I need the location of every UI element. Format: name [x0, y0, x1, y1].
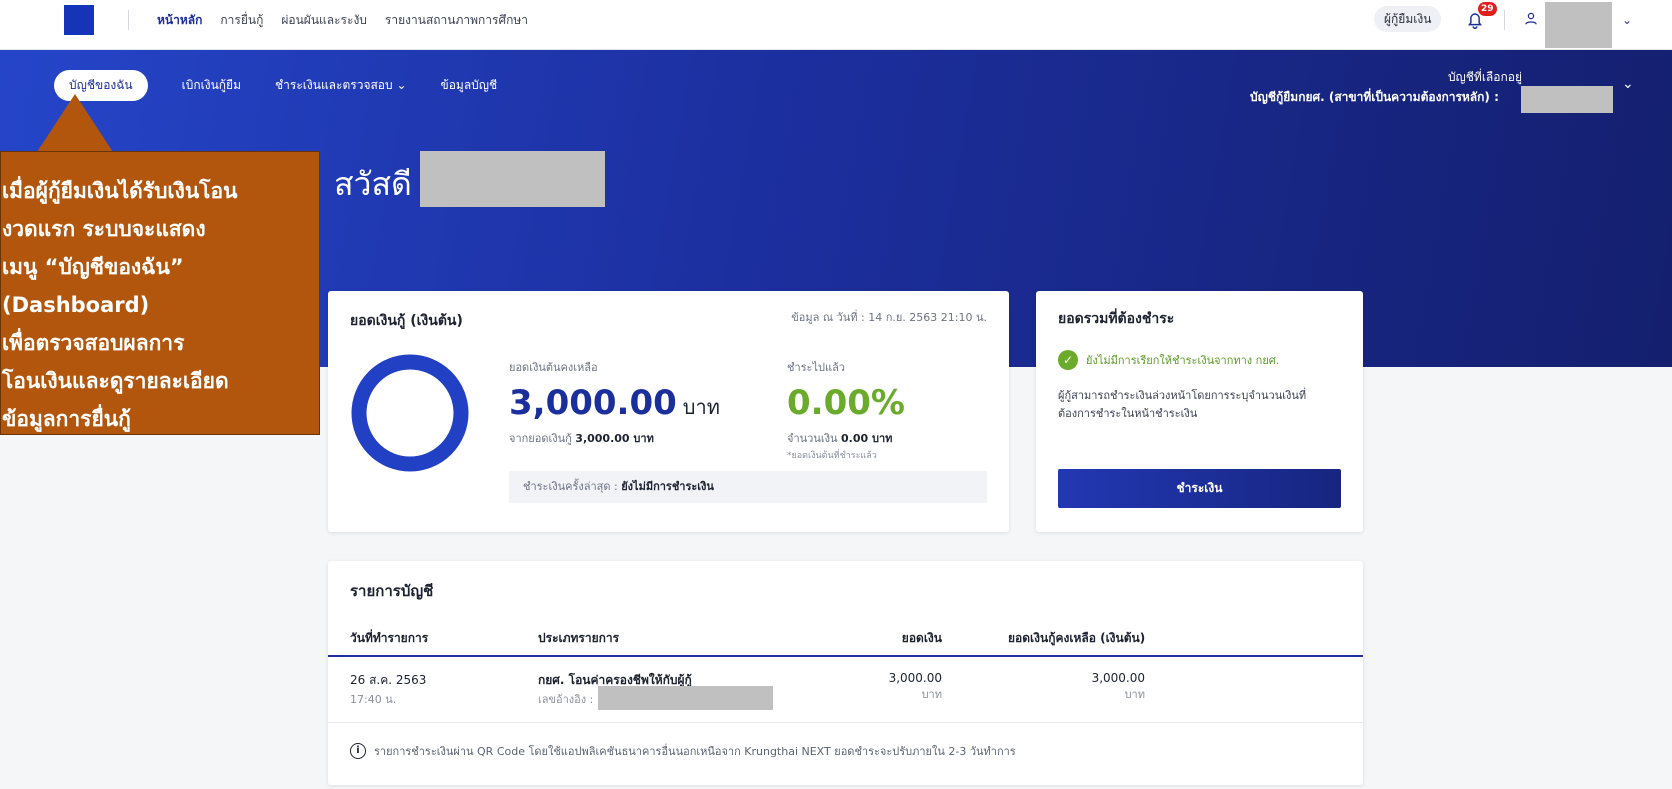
remaining-amount-value: 3,000.00 — [509, 383, 677, 423]
callout-line: ข้อมูลการยื่นกู้ — [2, 407, 131, 431]
row-time: 17:40 น. — [350, 693, 397, 706]
callout-arrow — [37, 94, 113, 152]
donut-arc — [351, 354, 469, 472]
chevron-down-icon[interactable]: ⌄ — [1622, 76, 1634, 92]
transactions-note: i รายการชำระเงินผ่าน QR Code โดยใช้แอปพล… — [350, 742, 1016, 760]
row-amount-value: 3,000.00 — [888, 671, 942, 685]
sub-nav: บัญชีของฉัน เบิกเงินกู้ยืม ชำระเงินและตร… — [54, 70, 497, 101]
transactions-card: รายการบัญชี วันที่ทำรายการ ประเภทรายการ … — [328, 561, 1363, 785]
account-line: บัญชีกู้ยืมกยศ. (สาขาที่เป็นความต้องการห… — [1250, 90, 1499, 104]
loan-summary-card: ยอดเงินกู้ (เงินต้น) ข้อมูล ณ วันที่ : 1… — [328, 291, 1009, 532]
redacted-user-name — [1545, 2, 1612, 48]
notification-badge: 29 — [1478, 2, 1497, 16]
top-nav-home[interactable]: หน้าหลัก — [157, 11, 202, 30]
transactions-title: รายการบัญชี — [350, 582, 434, 600]
remaining-unit: บาท — [682, 395, 720, 419]
from-total: จากยอดเงินกู้ 3,000.00 บาท — [509, 429, 654, 447]
top-nav: หน้าหลัก การยื่นกู้ ผ่อนผันและระงับ รายง… — [157, 11, 528, 30]
row-amount-unit: บาท — [921, 688, 942, 701]
table-row[interactable]: 26 ส.ค. 2563 17:40 น. กยศ. โอนค่าครองชีพ… — [328, 657, 1363, 723]
callout-line: เพื่อตรวจสอบผลการ — [2, 331, 185, 355]
paid-label: ชำระไปแล้ว — [787, 361, 845, 374]
paid-percent: 0.00% — [787, 383, 905, 423]
callout-line: งวดแรก ระบบจะแสดง — [2, 217, 206, 241]
app-logo[interactable] — [64, 5, 94, 35]
as-of-date: ข้อมูล ณ วันที่ : 14 ก.ย. 2563 21:10 น. — [791, 311, 987, 324]
paid-amount-value: 0.00 บาท — [841, 432, 893, 445]
callout-line: (Dashboard) — [2, 293, 150, 317]
last-payment-value: ยังไม่มีการชำระเงิน — [621, 480, 714, 493]
col-date: วันที่ทำรายการ — [350, 631, 429, 645]
redacted-account-number — [1521, 86, 1613, 113]
divider — [128, 10, 129, 30]
loan-card-title: ยอดเงินกู้ (เงินต้น) — [350, 313, 463, 329]
last-payment: ชำระเงินครั้งล่าสุด : ยังไม่มีการชำระเงิ… — [509, 471, 987, 503]
row-amount: 3,000.00 บาท — [828, 671, 942, 703]
callout-line: โอนเงินและดูรายละเอียด — [2, 369, 229, 393]
top-nav-study-report[interactable]: รายงานสถานภาพการศึกษา — [385, 11, 528, 30]
from-prefix: จากยอดเงินกู้ — [509, 432, 572, 445]
row-date-value: 26 ส.ค. 2563 — [350, 673, 427, 687]
tab-account-info[interactable]: ข้อมูลบัญชี — [441, 76, 498, 95]
redacted-name — [420, 151, 605, 207]
due-status-text: ยังไม่มีการเรียกให้ชำระเงินจากทาง กยศ. — [1086, 354, 1280, 367]
due-status: ✓ ยังไม่มีการเรียกให้ชำระเงินจากทาง กยศ. — [1058, 350, 1279, 370]
donut-chart — [351, 354, 469, 472]
tab-payment-check[interactable]: ชำระเงินและตรวจสอบ ⌄ — [275, 76, 407, 95]
transactions-header: วันที่ทำรายการ ประเภทรายการ ยอดเงิน ยอดเ… — [328, 615, 1363, 657]
remaining-label: ยอดเงินต้นคงเหลือ — [509, 361, 598, 374]
col-type: ประเภทรายการ — [538, 631, 620, 645]
col-balance: ยอดเงินกู้คงเหลือ (เงินต้น) — [1008, 631, 1146, 645]
row-date: 26 ส.ค. 2563 17:40 น. — [350, 671, 426, 708]
remaining-amount: 3,000.00 บาท — [509, 383, 720, 423]
paid-amount-prefix: จำนวนเงิน — [787, 432, 838, 445]
paid-note: *ยอดเงินต้นที่ชำระแล้ว — [787, 451, 877, 461]
row-balance-value: 3,000.00 — [1091, 671, 1145, 685]
callout-text: เมื่อผู้กู้ยืมเงินได้รับเงินโอน งวดแรก ร… — [2, 172, 312, 438]
selected-account-label: บัญชีที่เลือกอยู่ — [1447, 70, 1522, 84]
paid-amount: จำนวนเงิน 0.00 บาท — [787, 429, 892, 447]
last-payment-label: ชำระเงินครั้งล่าสุด : — [523, 480, 618, 493]
col-amount: ยอดเงิน — [901, 631, 942, 645]
top-nav-defer[interactable]: ผ่อนผันและระงับ — [281, 11, 367, 30]
callout-line: เมื่อผู้กู้ยืมเงินได้รับเงินโอน — [2, 179, 238, 203]
row-balance: 3,000.00 บาท — [1048, 671, 1145, 703]
redacted-reference — [598, 686, 773, 710]
transactions-note-text: รายการชำระเงินผ่าน QR Code โดยใช้แอปพลิเ… — [374, 745, 1016, 758]
due-description: ผู้กู้สามารถชำระเงินล่วงหน้าโดยการระบุจำ… — [1058, 389, 1307, 420]
check-circle-icon: ✓ — [1058, 350, 1078, 370]
row-balance-unit: บาท — [1124, 688, 1145, 701]
greeting: สวัสดี — [334, 165, 412, 203]
top-nav-apply[interactable]: การยื่นกู้ — [220, 11, 263, 30]
pay-button[interactable]: ชำระเงิน — [1058, 469, 1341, 508]
info-icon: i — [350, 743, 366, 759]
amount-due-card: ยอดรวมที่ต้องชำระ ✓ ยังไม่มีการเรียกให้ช… — [1036, 291, 1363, 532]
callout-line: เมนู “บัญชีของฉัน” — [2, 255, 184, 279]
divider — [1504, 10, 1505, 30]
tab-disbursement[interactable]: เบิกเงินกู้ยืม — [182, 76, 241, 95]
top-bar: หน้าหลัก การยื่นกู้ ผ่อนผันและระงับ รายง… — [0, 0, 1672, 50]
role-selector[interactable]: ผู้กู้ยืมเงิน — [1374, 6, 1442, 32]
chevron-down-icon[interactable]: ⌄ — [1622, 13, 1632, 27]
from-amount: 3,000.00 บาท — [575, 432, 654, 445]
user-icon[interactable] — [1522, 10, 1540, 28]
due-card-title: ยอดรวมที่ต้องชำระ — [1058, 311, 1175, 327]
